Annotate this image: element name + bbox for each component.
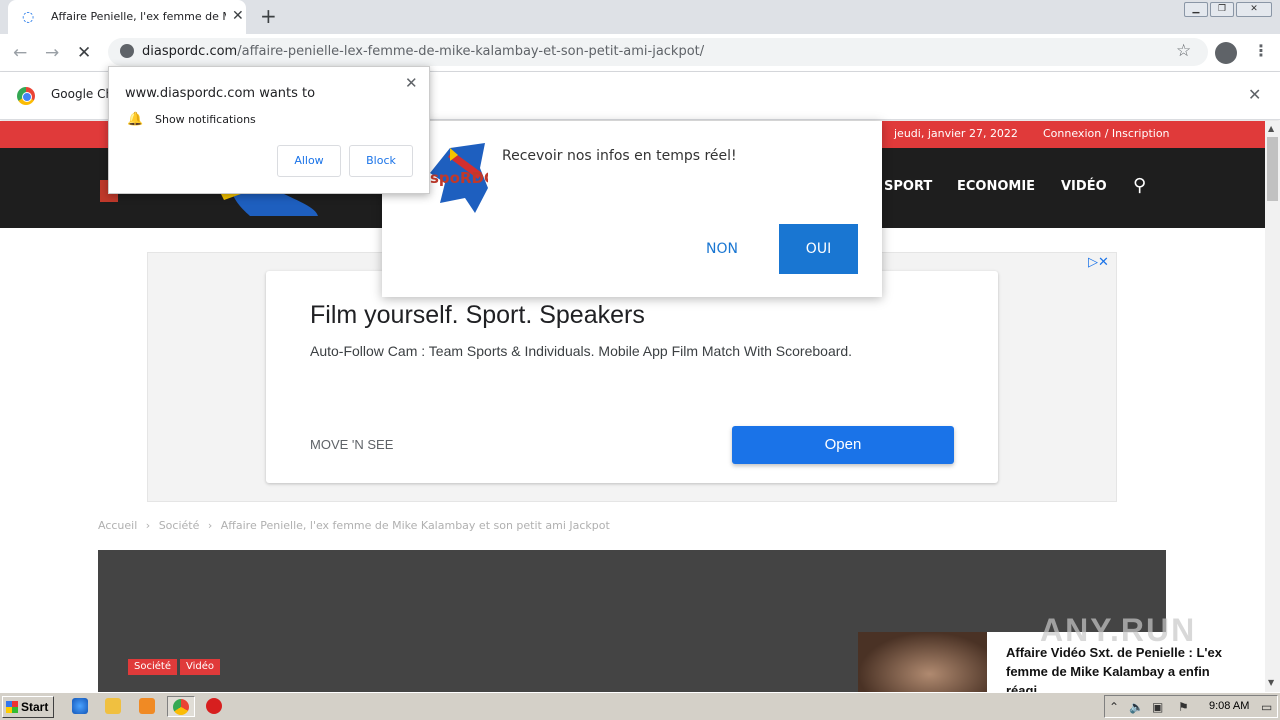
system-tray: ⌃ 🔈 ▣ ⚑ 9:08 AM ▭ [1104, 695, 1278, 718]
watermark: ANY.RUN [1040, 612, 1197, 648]
start-button[interactable]: Start [2, 696, 54, 718]
file-explorer-icon[interactable] [105, 698, 121, 714]
chrome-logo-icon [17, 87, 35, 105]
login-link[interactable]: Connexion / Inscription [1043, 127, 1170, 140]
clock[interactable]: 9:08 AM [1209, 700, 1249, 712]
network-icon[interactable]: ▣ [1152, 700, 1163, 714]
permission-description: Show notifications [155, 113, 256, 126]
action-center-flag-icon[interactable]: ⚑ [1178, 700, 1189, 714]
tag-societe[interactable]: Société [128, 659, 177, 675]
media-player-icon[interactable] [139, 698, 155, 714]
ad-description: Auto-Follow Cam : Team Sports & Individu… [310, 343, 853, 359]
ad-brand: MOVE 'N SEE [310, 437, 394, 452]
bell-icon: 🔔 [127, 112, 144, 127]
push-message: Recevoir nos infos en temps réel! [502, 148, 737, 164]
forward-arrow-icon[interactable]: → [45, 43, 59, 63]
nav-sport[interactable]: SPORT [884, 179, 932, 194]
browser-tab[interactable]: ◌ Affaire Penielle, l'ex femme de Mike K… [8, 0, 246, 34]
page-scrollbar[interactable]: ▲ ▼ [1265, 121, 1280, 692]
breadcrumb: Accueil › Société › Affaire Penielle, l'… [98, 519, 610, 532]
volume-icon[interactable]: 🔈 [1129, 700, 1144, 714]
show-desktop-icon[interactable]: ▭ [1261, 700, 1272, 714]
breadcrumb-current: Affaire Penielle, l'ex femme de Mike Kal… [220, 519, 610, 532]
nav-economie[interactable]: ECONOMIE [957, 179, 1035, 194]
featured-article[interactable]: Société Vidéo Affaire Vidéo Sxt. de Peni… [98, 550, 1247, 698]
url-domain: diaspordc.com [142, 44, 238, 59]
url-text[interactable]: diaspordc.com/affaire-penielle-lex-femme… [142, 44, 704, 59]
windows-taskbar: Start ⌃ 🔈 ▣ ⚑ 9:08 AM ▭ [0, 692, 1280, 720]
windows-logo-icon [6, 701, 18, 713]
tab-strip: ◌ Affaire Penielle, l'ex femme de Mike K… [0, 0, 1280, 34]
related-article-image[interactable] [858, 632, 988, 692]
bookmark-star-icon[interactable]: ☆ [1176, 41, 1191, 61]
loading-spinner-icon: ◌ [22, 9, 35, 25]
address-bar[interactable]: diaspordc.com/affaire-penielle-lex-femme… [108, 38, 1208, 66]
breadcrumb-separator: › [207, 519, 213, 532]
scroll-thumb[interactable] [1267, 137, 1278, 201]
tray-expand-icon[interactable]: ⌃ [1109, 700, 1119, 714]
ad-title[interactable]: Film yourself. Sport. Speakers [310, 301, 645, 330]
push-logo-text: spoRDC [430, 169, 488, 187]
restore-button[interactable]: ❐ [1210, 2, 1234, 17]
lock-icon[interactable] [120, 44, 134, 58]
infobar-text: Google Ch [51, 87, 114, 101]
url-path: /affaire-penielle-lex-femme-de-mike-kala… [237, 44, 705, 59]
breadcrumb-separator: › [145, 519, 151, 532]
block-button[interactable]: Block [349, 145, 413, 177]
stop-loading-icon[interactable]: ✕ [77, 43, 91, 63]
chrome-taskbar-button[interactable] [167, 696, 195, 717]
scroll-up-icon[interactable]: ▲ [1268, 124, 1274, 133]
chrome-menu-icon[interactable]: ⋮ [1253, 41, 1269, 60]
scroll-down-icon[interactable]: ▼ [1268, 678, 1274, 687]
site-date: jeudi, janvier 27, 2022 [894, 127, 1018, 140]
chrome-taskbar-icon [173, 699, 189, 715]
tab-title: Affaire Penielle, l'ex femme de Mike Kal… [51, 10, 226, 23]
infobar-close-icon[interactable]: ✕ [1248, 85, 1261, 104]
ad-open-button[interactable]: Open [732, 426, 954, 464]
allow-button[interactable]: Allow [277, 145, 341, 177]
nav-video[interactable]: VIDÉO [1061, 179, 1107, 194]
tab-close-icon[interactable]: ✕ [232, 8, 244, 24]
profile-avatar-icon[interactable] [1215, 42, 1237, 64]
back-arrow-icon[interactable]: ← [13, 43, 27, 63]
push-subscribe-dialog: spoRDC Recevoir nos infos en temps réel!… [382, 121, 882, 297]
start-label: Start [21, 700, 49, 714]
ad-choices-icon[interactable]: ▷✕ [1088, 255, 1109, 270]
breadcrumb-category[interactable]: Société [159, 519, 200, 532]
permission-title: www.diaspordc.com wants to [125, 86, 316, 101]
opera-icon[interactable] [206, 698, 222, 714]
window-close-button[interactable]: ✕ [1236, 2, 1272, 17]
push-logo: spoRDC [430, 143, 488, 213]
notification-permission-popup: www.diaspordc.com wants to 🔔 Show notifi… [108, 66, 430, 194]
push-yes-button[interactable]: OUI [779, 224, 858, 274]
breadcrumb-home[interactable]: Accueil [98, 519, 137, 532]
ad-card[interactable]: Film yourself. Sport. Speakers Auto-Foll… [266, 271, 998, 483]
search-icon[interactable]: ⚲ [1133, 175, 1146, 196]
minimize-button[interactable]: ▁ [1184, 2, 1208, 17]
internet-explorer-icon[interactable] [72, 698, 88, 714]
permission-close-icon[interactable]: ✕ [405, 74, 418, 92]
push-no-button[interactable]: NON [692, 224, 752, 274]
tag-video[interactable]: Vidéo [180, 659, 221, 675]
new-tab-button[interactable]: + [260, 4, 277, 28]
